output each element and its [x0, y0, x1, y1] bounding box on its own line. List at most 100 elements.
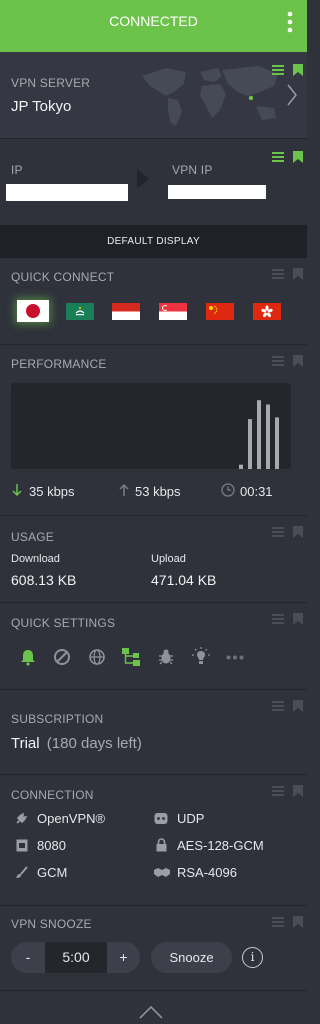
brush-icon	[16, 866, 28, 878]
usage-label: USAGE	[11, 530, 55, 544]
default-display-button[interactable]: DEFAULT DISPLAY	[0, 225, 307, 258]
protocol-value: OpenVPN®	[37, 811, 106, 826]
more-icon[interactable]	[226, 655, 244, 660]
ip-label: IP	[11, 163, 23, 177]
world-map-icon	[142, 66, 278, 126]
bookmark-icon[interactable]	[293, 526, 303, 538]
drag-handle-icon[interactable]	[272, 527, 284, 537]
plan-name: Trial	[11, 735, 40, 752]
upload-total: 471.04 KB	[151, 572, 217, 588]
clock-icon	[221, 483, 235, 497]
quick-connect-label: QUICK CONNECT	[11, 270, 115, 284]
network-icon[interactable]	[121, 647, 141, 667]
bookmark-icon[interactable]	[293, 700, 303, 712]
flag-singapore[interactable]	[159, 303, 187, 320]
vpn-snooze-label: VPN SNOOZE	[11, 917, 92, 931]
quick-settings-card: QUICK SETTINGS	[0, 603, 307, 689]
flag-china[interactable]	[206, 303, 234, 320]
drag-handle-icon[interactable]	[272, 701, 284, 711]
bell-icon[interactable]	[19, 648, 37, 666]
subscription-label: SUBSCRIPTION	[11, 712, 104, 726]
snooze-time-input[interactable]: 5:00	[45, 942, 107, 973]
drag-handle-icon[interactable]	[272, 356, 284, 366]
flag-japan[interactable]	[17, 300, 49, 322]
download-speed: 35 kbps	[29, 484, 75, 499]
mode-value: GCM	[37, 865, 68, 880]
drag-handle-icon[interactable]	[272, 152, 284, 162]
snooze-button[interactable]: Snooze	[151, 942, 232, 973]
vpn-ip-value-redacted	[168, 185, 266, 199]
flag-macau[interactable]	[66, 303, 94, 320]
quick-connect-card: QUICK CONNECT	[0, 258, 307, 344]
bookmark-icon[interactable]	[293, 151, 303, 163]
info-icon[interactable]: i	[242, 947, 263, 968]
connection-label: CONNECTION	[11, 788, 94, 802]
drag-handle-icon[interactable]	[272, 65, 284, 75]
throughput-bar	[239, 464, 243, 469]
throughput-bars	[239, 400, 279, 469]
session-time: 00:31	[240, 484, 273, 499]
bulb-icon[interactable]	[192, 647, 210, 667]
upload-label: Upload	[151, 553, 186, 565]
download-arrow-icon	[12, 484, 22, 497]
overflow-menu-icon[interactable]	[287, 10, 293, 34]
download-total: 608.13 KB	[11, 572, 77, 588]
bookmark-icon[interactable]	[293, 355, 303, 367]
subscription-plan: Trial (180 days left)	[11, 735, 142, 752]
usage-card: USAGE Download 608.13 KB Upload 471.04 K…	[0, 516, 307, 602]
performance-card: PERFORMANCE 35 kbps 53 kbps 00:31	[0, 345, 307, 515]
drag-handle-icon[interactable]	[272, 614, 284, 624]
vpn-server-value: JP Tokyo	[11, 98, 72, 115]
block-icon[interactable]	[53, 648, 71, 666]
arrow-right-icon	[137, 169, 149, 189]
bug-icon[interactable]	[157, 648, 175, 666]
key-value: RSA-4096	[177, 865, 237, 880]
handshake-icon	[154, 868, 170, 877]
drag-handle-icon[interactable]	[272, 269, 284, 279]
connection-status: CONNECTED	[109, 13, 198, 29]
bookmark-icon[interactable]	[293, 268, 303, 280]
flag-indonesia[interactable]	[112, 303, 140, 320]
vpn-snooze-card: VPN SNOOZE - 5:00 + Snooze i	[0, 906, 307, 990]
chevron-right-icon[interactable]	[287, 84, 297, 106]
bookmark-icon[interactable]	[293, 613, 303, 625]
ip-card: IP VPN IP	[0, 139, 307, 225]
port-icon	[16, 839, 28, 852]
transport-icon	[154, 813, 168, 824]
cipher-value: AES-128-GCM	[177, 838, 264, 853]
bookmark-icon[interactable]	[293, 916, 303, 928]
throughput-graph	[11, 383, 291, 469]
ip-value-redacted	[6, 184, 128, 201]
drag-handle-icon[interactable]	[272, 917, 284, 927]
info-glyph: i	[250, 950, 255, 964]
upload-arrow-icon	[119, 483, 129, 496]
upload-speed: 53 kbps	[135, 484, 181, 499]
bookmark-icon[interactable]	[293, 785, 303, 797]
throughput-bar	[257, 400, 261, 469]
throughput-bar	[266, 404, 270, 469]
vpn-server-card[interactable]: VPN SERVER JP Tokyo	[0, 52, 307, 138]
chevron-up-icon[interactable]	[139, 1005, 163, 1019]
quick-settings-label: QUICK SETTINGS	[11, 616, 116, 630]
snooze-decrement-button[interactable]: -	[11, 942, 45, 973]
flag-hong-kong[interactable]	[253, 303, 281, 320]
download-label: Download	[11, 553, 60, 565]
bookmark-icon[interactable]	[293, 64, 303, 76]
subscription-card: SUBSCRIPTION Trial (180 days left)	[0, 690, 307, 774]
vpn-server-label: VPN SERVER	[11, 76, 91, 90]
status-header: CONNECTED	[0, 0, 307, 52]
lock-icon	[156, 838, 167, 852]
performance-label: PERFORMANCE	[11, 357, 107, 371]
plug-icon	[16, 813, 27, 824]
throughput-bar	[248, 419, 252, 469]
drag-handle-icon[interactable]	[272, 786, 284, 796]
transport-value: UDP	[177, 811, 205, 826]
snooze-increment-button[interactable]: +	[107, 942, 140, 973]
snooze-stepper: - 5:00 +	[11, 942, 140, 973]
connection-card: CONNECTION OpenVPN® UDP 8080 AES-128-GCM…	[0, 775, 307, 905]
default-display-label: DEFAULT DISPLAY	[107, 236, 200, 247]
vpn-ip-label: VPN IP	[172, 163, 213, 177]
globe-icon[interactable]	[88, 648, 106, 666]
days-remaining: (180 days left)	[46, 735, 142, 752]
port-value: 8080	[37, 838, 66, 853]
